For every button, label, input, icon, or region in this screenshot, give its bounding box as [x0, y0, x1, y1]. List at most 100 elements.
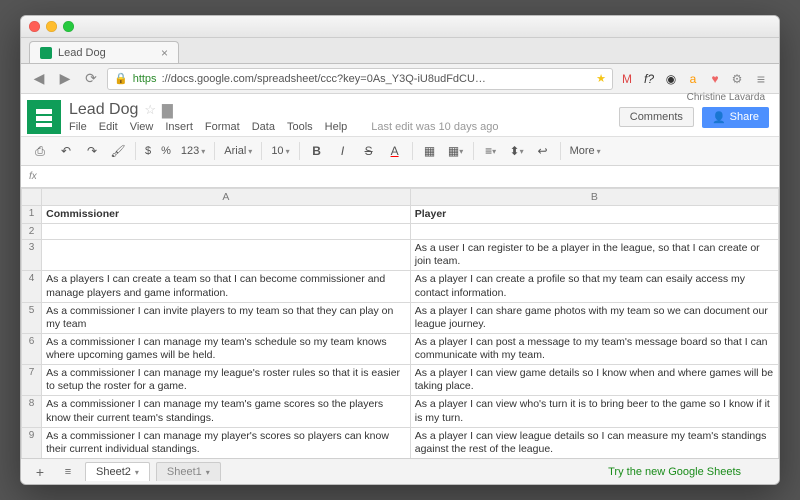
currency-button[interactable]: $	[142, 145, 154, 157]
fontsize-selector[interactable]: 10 ▾	[268, 145, 292, 157]
cell[interactable]: As a player I can share game photos with…	[410, 302, 778, 333]
ext-f-icon[interactable]: f?	[641, 71, 657, 87]
redo-icon[interactable]: ↷	[81, 140, 103, 162]
cell[interactable]: Player	[410, 206, 778, 224]
ext-gear-icon[interactable]: ⚙	[729, 71, 745, 87]
reload-button[interactable]: ⟳	[81, 69, 101, 89]
menu-format[interactable]: Format	[205, 121, 240, 133]
cell[interactable]: As a commissioner I can manage my league…	[42, 365, 411, 396]
ext-heart-icon[interactable]: ♥	[707, 71, 723, 87]
cell[interactable]: As a user I can register to be a player …	[410, 240, 778, 271]
cell[interactable]: As a player I can post a message to my t…	[410, 333, 778, 364]
tab-title: Lead Dog	[58, 47, 106, 59]
add-sheet-button[interactable]: +	[29, 462, 51, 482]
browser-tabstrip: Lead Dog ×	[21, 38, 779, 64]
back-button[interactable]: ◀	[29, 69, 49, 89]
sheet-tab-active[interactable]: Sheet2▾	[85, 462, 150, 481]
row-header[interactable]: 7	[22, 365, 42, 396]
doc-title[interactable]: Lead Dog	[69, 101, 138, 119]
format-toolbar: ⎙ ↶ ↷ 🖌 $ % 123▾ Arial ▾ 10 ▾ B I S A ▦ …	[21, 136, 779, 166]
row-header[interactable]: 2	[22, 224, 42, 240]
share-button[interactable]: 👤Share	[702, 107, 769, 128]
percent-button[interactable]: %	[158, 145, 174, 157]
zoom-window-button[interactable]	[63, 21, 74, 32]
close-tab-icon[interactable]: ×	[161, 46, 168, 60]
address-bar[interactable]: 🔒 https ://docs.google.com/spreadsheet/c…	[107, 68, 613, 90]
wrap-icon[interactable]: ↩	[532, 140, 554, 162]
font-selector[interactable]: Arial ▾	[221, 145, 255, 157]
menu-data[interactable]: Data	[252, 121, 275, 133]
cell[interactable]: Commissioner	[42, 206, 411, 224]
url-text: ://docs.google.com/spreadsheet/ccc?key=0…	[162, 73, 486, 85]
fx-label: fx	[29, 171, 37, 182]
cell[interactable]: As a players I can create a team so that…	[42, 271, 411, 302]
minimize-window-button[interactable]	[46, 21, 57, 32]
sheet-tab-bar: + ≡ Sheet2▾ Sheet1▾ Try the new Google S…	[21, 458, 779, 484]
browser-tab[interactable]: Lead Dog ×	[29, 41, 179, 63]
row-header[interactable]: 9	[22, 427, 42, 458]
ext-mask-icon[interactable]: ◉	[663, 71, 679, 87]
forward-button[interactable]: ▶	[55, 69, 75, 89]
ext-gmail-icon[interactable]: M	[619, 71, 635, 87]
cell[interactable]: As a commissioner I can invite players t…	[42, 302, 411, 333]
valign-icon[interactable]: ⬍▾	[506, 140, 528, 162]
fillcolor-icon[interactable]: ▦	[419, 140, 441, 162]
last-edit-text: Last edit was 10 days ago	[371, 121, 498, 133]
menu-view[interactable]: View	[130, 121, 154, 133]
print-icon[interactable]: ⎙	[29, 140, 51, 162]
paint-format-icon[interactable]: 🖌	[107, 140, 129, 162]
folder-icon[interactable]: ▇	[162, 102, 173, 119]
try-new-sheets-link[interactable]: Try the new Google Sheets	[608, 466, 741, 478]
url-scheme: https	[133, 73, 157, 85]
user-name[interactable]: Christine Lavarda	[687, 92, 765, 103]
all-sheets-button[interactable]: ≡	[57, 462, 79, 482]
cell[interactable]	[42, 224, 411, 240]
sheets-logo-icon[interactable]	[27, 100, 61, 134]
star-icon[interactable]: ☆	[144, 102, 156, 118]
cell[interactable]: As a commissioner I can manage my team's…	[42, 333, 411, 364]
menu-insert[interactable]: Insert	[165, 121, 193, 133]
more-button[interactable]: More ▾	[567, 145, 604, 157]
cell[interactable]	[410, 224, 778, 240]
select-all-cell[interactable]	[22, 189, 42, 206]
row-header[interactable]: 1	[22, 206, 42, 224]
italic-button[interactable]: I	[332, 140, 354, 162]
sheet-tab-inactive[interactable]: Sheet1▾	[156, 462, 221, 481]
numformat-button[interactable]: 123▾	[178, 145, 208, 157]
chrome-menu-icon[interactable]: ≡	[751, 69, 771, 89]
formula-bar[interactable]: fx	[21, 166, 779, 188]
cell[interactable]: As a player I can view game details so I…	[410, 365, 778, 396]
cell[interactable]: As a commissioner I can manage my team's…	[42, 396, 411, 427]
borders-icon[interactable]: ▦▾	[445, 140, 467, 162]
row-header[interactable]: 3	[22, 240, 42, 271]
cell[interactable]	[42, 240, 411, 271]
close-window-button[interactable]	[29, 21, 40, 32]
row-header[interactable]: 8	[22, 396, 42, 427]
doc-header: Lead Dog ☆ ▇ File Edit View Insert Forma…	[21, 94, 779, 136]
strike-button[interactable]: S	[358, 140, 380, 162]
cell[interactable]: As a player I can view league details so…	[410, 427, 778, 458]
menu-file[interactable]: File	[69, 121, 87, 133]
row-header[interactable]: 4	[22, 271, 42, 302]
cell[interactable]: As a player I can create a profile so th…	[410, 271, 778, 302]
textcolor-button[interactable]: A	[384, 140, 406, 162]
menu-help[interactable]: Help	[325, 121, 348, 133]
menu-tools[interactable]: Tools	[287, 121, 313, 133]
cell[interactable]: As a commissioner I can manage my player…	[42, 427, 411, 458]
bookmark-star-icon[interactable]: ★	[596, 72, 606, 85]
menu-edit[interactable]: Edit	[99, 121, 118, 133]
halign-icon[interactable]: ≡▾	[480, 140, 502, 162]
browser-toolbar: ◀ ▶ ⟳ 🔒 https ://docs.google.com/spreads…	[21, 64, 779, 94]
row-header[interactable]: 5	[22, 302, 42, 333]
undo-icon[interactable]: ↶	[55, 140, 77, 162]
spreadsheet-grid[interactable]: A B 1CommissionerPlayer 23 As a user I can…	[21, 188, 779, 458]
extension-icons: M f? ◉ a ♥ ⚙ ≡	[619, 69, 771, 89]
comments-button[interactable]: Comments	[619, 107, 694, 127]
ext-amazon-icon[interactable]: a	[685, 71, 701, 87]
col-header-b[interactable]: B	[410, 189, 778, 206]
lock-icon: 🔒	[114, 72, 128, 85]
cell[interactable]: As a player I can view who's turn it is …	[410, 396, 778, 427]
col-header-a[interactable]: A	[42, 189, 411, 206]
bold-button[interactable]: B	[306, 140, 328, 162]
row-header[interactable]: 6	[22, 333, 42, 364]
